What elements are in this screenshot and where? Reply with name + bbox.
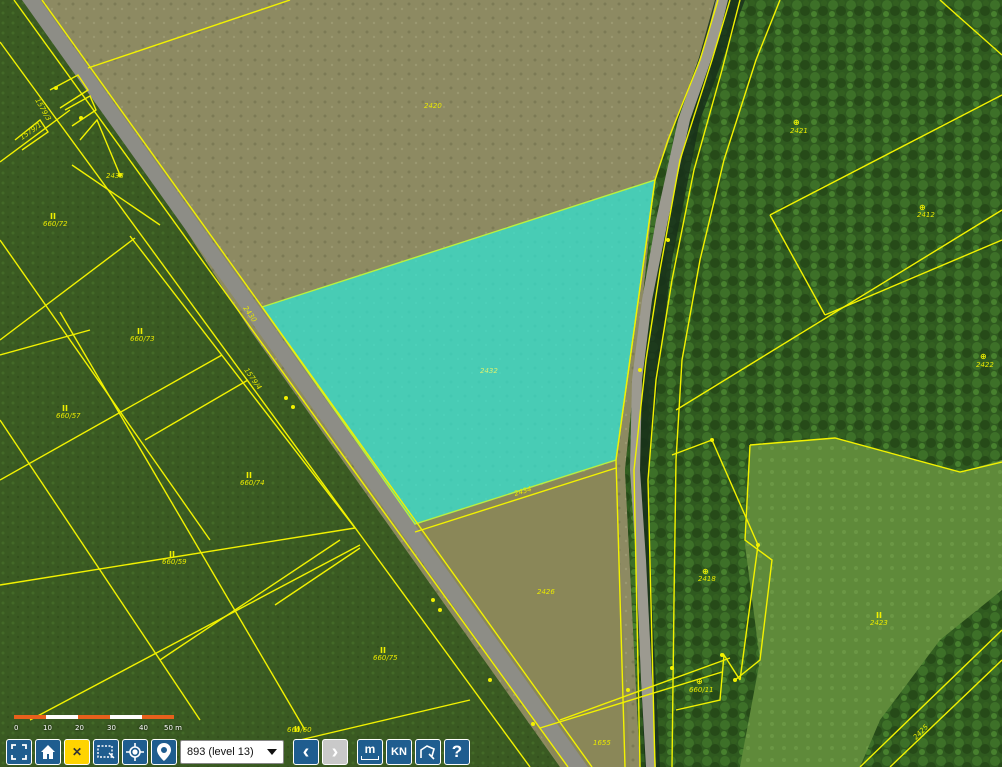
scale-segment xyxy=(46,715,78,719)
locate-button[interactable] xyxy=(122,739,148,765)
scale-segment xyxy=(110,715,142,719)
map-marker-icon xyxy=(157,743,171,761)
parcel-label: 2412 xyxy=(917,211,935,219)
parcel-label-selected: 2432 xyxy=(480,367,498,375)
arable-symbol: II xyxy=(380,646,386,655)
parcel-label: 2422 xyxy=(976,361,994,369)
parcel-label: 660/73 xyxy=(130,335,155,343)
map-marker-button[interactable] xyxy=(151,739,177,765)
parcel-label: 660/57 xyxy=(56,412,81,420)
parcel-label: 660/74 xyxy=(240,479,265,487)
chevron-left-icon: ‹ xyxy=(302,740,310,763)
zoom-level-select[interactable]: 893 (level 13) xyxy=(180,740,284,764)
forest-symbol: ⊕ xyxy=(696,677,703,686)
measure-button[interactable]: m xyxy=(357,739,383,765)
map-toolbar: ✕ 893 (level 13) ‹ › m KN ? xyxy=(6,738,470,766)
kn-label: KN xyxy=(391,746,407,758)
forest-symbol: ⊕ xyxy=(702,567,709,576)
zoom-level-value: 893 (level 13) xyxy=(187,746,254,758)
scale-label: 50 m xyxy=(164,724,182,732)
parcel-label: 2420 xyxy=(424,102,442,110)
scale-label: 0 xyxy=(14,724,19,732)
ruler-icon xyxy=(361,756,379,760)
close-icon: ✕ xyxy=(71,745,83,759)
arable-symbol: II xyxy=(169,550,175,559)
help-button[interactable]: ? xyxy=(444,739,470,765)
arable-symbol: II xyxy=(62,404,68,413)
arable-symbol: II xyxy=(137,327,143,336)
draw-polygon-icon xyxy=(420,745,435,760)
chevron-right-icon: › xyxy=(331,740,339,763)
parcel-label: 1655 xyxy=(593,739,611,747)
fullscreen-button[interactable] xyxy=(6,739,32,765)
next-button[interactable]: › xyxy=(322,739,348,765)
cadastre-kn-button[interactable]: KN xyxy=(386,739,412,765)
parcel-label: 660/72 xyxy=(43,220,68,228)
arable-symbol: II xyxy=(294,725,300,734)
parcel-label: 2423 xyxy=(870,619,888,627)
scale-bar: 0 10 20 30 40 50 m xyxy=(14,715,184,737)
parcel-label: 2426 xyxy=(537,588,555,596)
arable-symbol: II xyxy=(246,471,252,480)
home-button[interactable] xyxy=(35,739,61,765)
parcel-label: 660/75 xyxy=(373,654,398,662)
scale-segment xyxy=(142,715,174,719)
draw-polygon-button[interactable] xyxy=(415,739,441,765)
arable-symbol: II xyxy=(50,212,56,221)
home-icon xyxy=(41,745,55,759)
select-area-button[interactable] xyxy=(93,739,119,765)
parcel-label: 2421 xyxy=(790,127,808,135)
forest-symbol: ⊕ xyxy=(980,352,987,361)
locate-icon xyxy=(126,743,144,761)
cadastral-map[interactable]: 2420 2432 2433 2421 2412 2422 2418 2423 … xyxy=(0,0,1002,767)
scale-label: 30 xyxy=(107,724,116,732)
scale-label: 20 xyxy=(75,724,84,732)
parcel-label: 2418 xyxy=(698,575,716,583)
parcel-label: 660/59 xyxy=(162,558,187,566)
forest-symbol: ⊕ xyxy=(919,203,926,212)
arable-symbol: II xyxy=(876,611,882,620)
fullscreen-icon xyxy=(11,744,27,760)
help-icon: ? xyxy=(451,742,463,761)
clear-selection-button[interactable]: ✕ xyxy=(64,739,90,765)
select-area-icon xyxy=(97,745,115,759)
scale-segment xyxy=(78,715,110,719)
scale-label: 10 xyxy=(43,724,52,732)
scale-label: 40 xyxy=(139,724,148,732)
previous-button[interactable]: ‹ xyxy=(293,739,319,765)
measure-icon: m xyxy=(364,742,376,756)
scale-segment xyxy=(14,715,46,719)
forest-symbol: ⊕ xyxy=(793,118,800,127)
chevron-down-icon xyxy=(267,749,277,755)
parcel-label: 660/11 xyxy=(689,686,714,694)
